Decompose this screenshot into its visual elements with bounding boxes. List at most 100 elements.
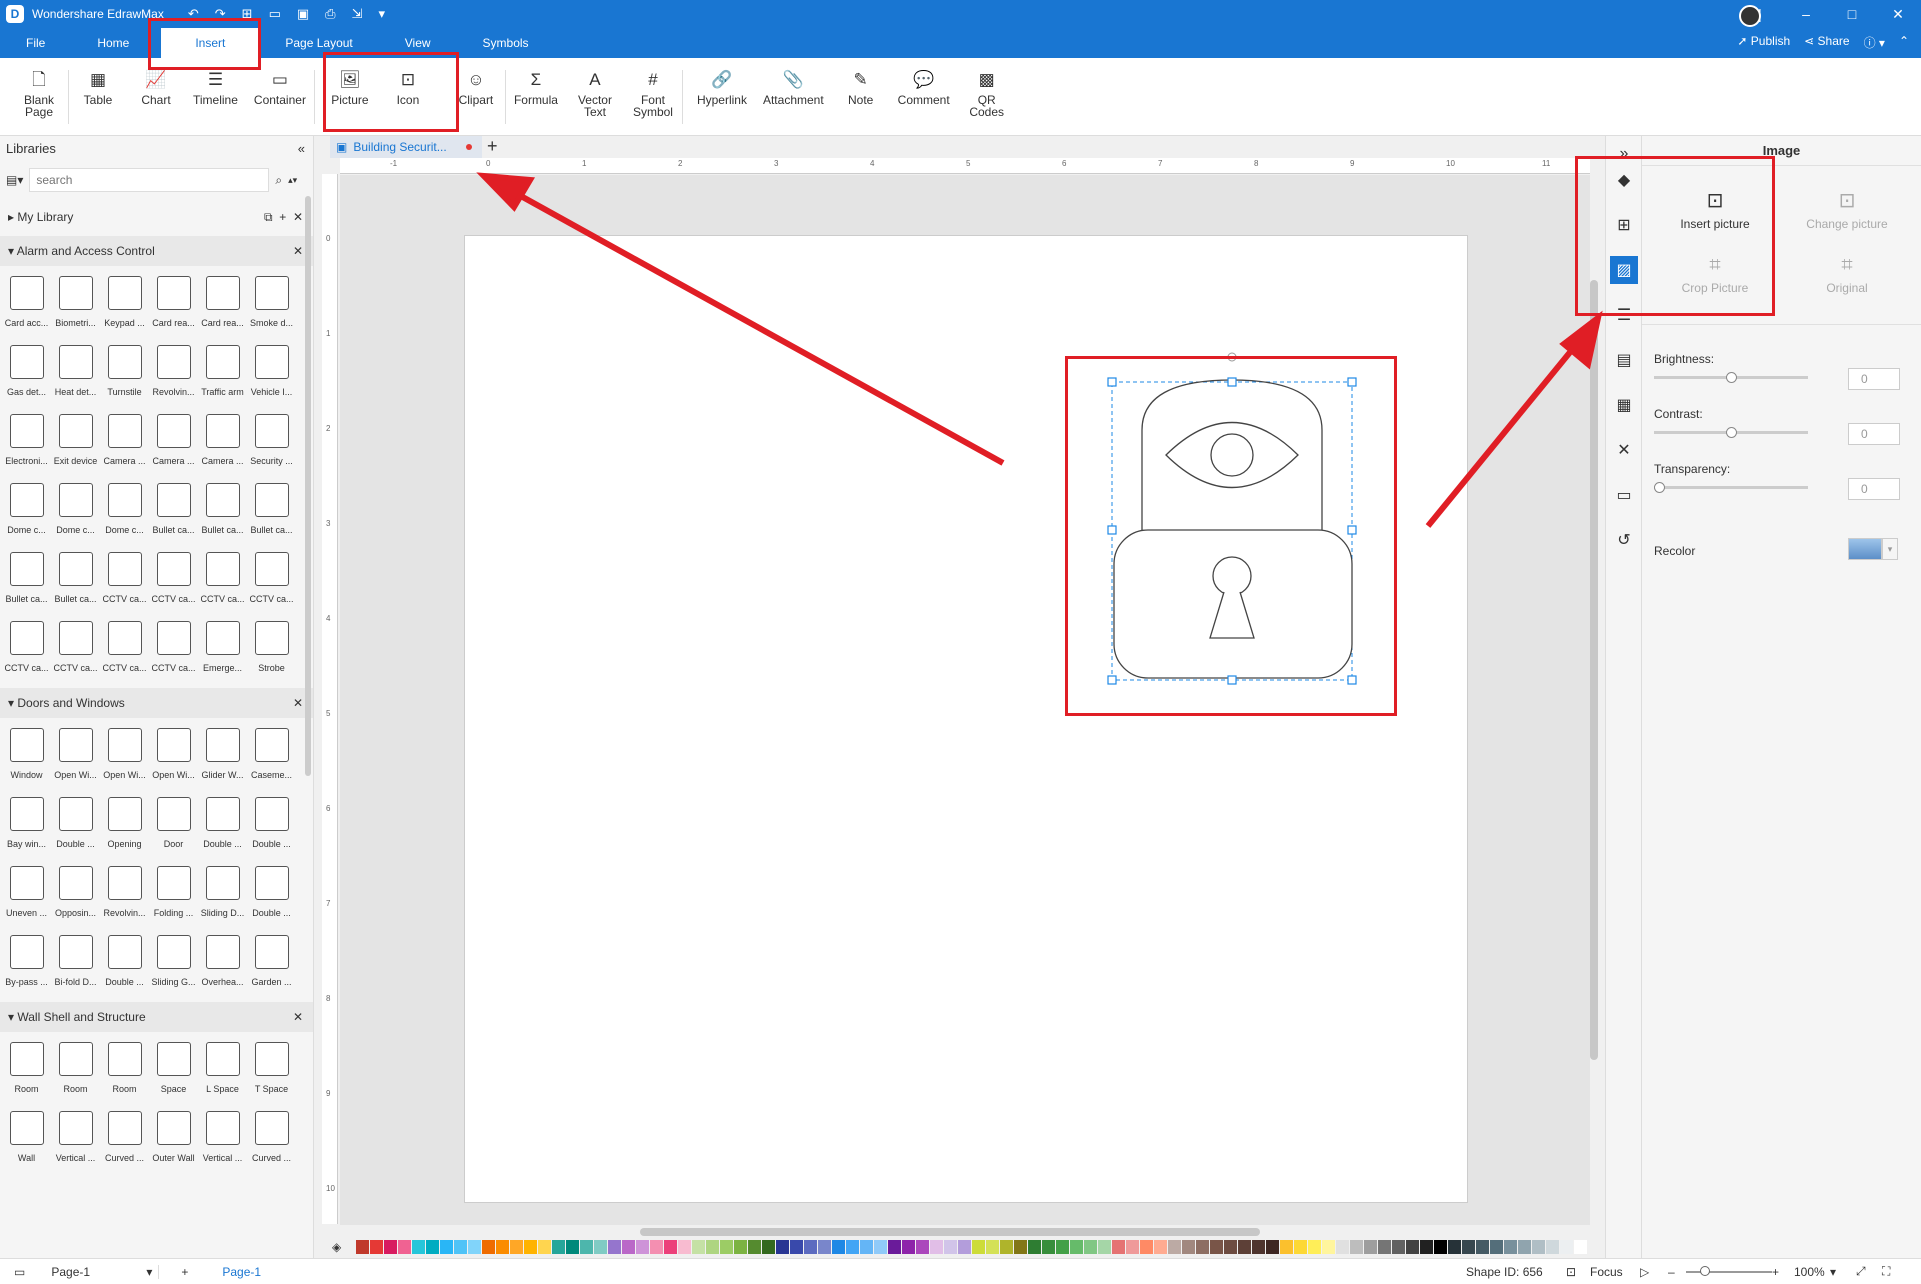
color-swatch[interactable] [1462,1240,1475,1254]
library-shape[interactable]: Smoke d... [247,270,296,339]
drawing-canvas[interactable] [340,175,1590,1225]
color-swatch[interactable] [1476,1240,1489,1254]
color-swatch[interactable] [1378,1240,1391,1254]
focus-icon[interactable]: ⊡ [1566,1265,1576,1279]
color-swatch[interactable] [1280,1240,1293,1254]
library-shape[interactable]: Biometri... [51,270,100,339]
library-shape[interactable]: Outer Wall [149,1105,198,1174]
color-swatch[interactable] [1574,1240,1587,1254]
library-shape[interactable]: CCTV ca... [100,546,149,615]
library-shape[interactable]: By-pass ... [2,929,51,998]
zoom-value[interactable]: 100% [1794,1265,1825,1279]
page-layout-icon[interactable]: ▭ [14,1265,25,1279]
library-shape[interactable]: L Space [198,1036,247,1105]
container-button[interactable]: ▭ Container [254,58,306,106]
library-shape[interactable]: Card rea... [149,270,198,339]
contrast-slider[interactable] [1726,427,1737,438]
color-swatch[interactable] [524,1240,537,1254]
library-shape[interactable]: Keypad ... [100,270,149,339]
add-tab-button[interactable]: + [487,136,498,157]
library-shape[interactable]: Double ... [100,929,149,998]
color-swatch[interactable] [412,1240,425,1254]
library-shape[interactable]: Heat det... [51,339,100,408]
library-shape[interactable]: Camera ... [100,408,149,477]
library-shape[interactable]: Garden ... [247,929,296,998]
save-icon[interactable]: ▣ [297,6,309,22]
library-shape[interactable]: Opposin... [51,860,100,929]
vector-text-button[interactable]: A Vector Text [574,58,616,118]
color-swatch[interactable] [1028,1240,1041,1254]
brightness-slider[interactable] [1726,372,1737,383]
color-swatch[interactable] [986,1240,999,1254]
publish-button[interactable]: ➚ Publish [1737,34,1790,51]
color-swatch[interactable] [1294,1240,1307,1254]
transparency-value[interactable]: 0 [1848,478,1900,500]
fullscreen-icon[interactable]: ⛶ [1882,1264,1890,1279]
color-swatch[interactable] [1490,1240,1503,1254]
help-icon[interactable]: ⓘ ▾ [1864,34,1885,51]
color-swatch[interactable] [636,1240,649,1254]
color-swatch[interactable] [1140,1240,1153,1254]
library-shape[interactable]: T Space [247,1036,296,1105]
export-icon[interactable]: ⇲ [352,6,363,22]
library-shape[interactable]: Vehicle I... [247,339,296,408]
fit-page-icon[interactable]: ⤢ [1856,1264,1866,1279]
color-swatch[interactable] [1560,1240,1573,1254]
library-shape[interactable]: Double ... [198,791,247,860]
color-swatch[interactable] [1504,1240,1517,1254]
library-shape[interactable]: Electroni... [2,408,51,477]
page-icon[interactable]: ▤ [1610,346,1638,374]
presentation-icon[interactable]: ▭ [1610,481,1638,509]
history-icon[interactable]: ↺ [1610,526,1638,554]
my-library-actions[interactable]: ⧉ + ✕ [264,210,303,225]
close-section-icon[interactable]: ✕ [293,696,303,710]
color-swatch[interactable] [370,1240,383,1254]
library-shape[interactable]: Emerge... [198,615,247,684]
library-menu-icon[interactable]: ▤▾ [6,173,23,187]
document-tab[interactable]: ▣ Building Securit... [330,136,482,158]
library-shape[interactable]: Double ... [51,791,100,860]
color-swatch[interactable] [468,1240,481,1254]
color-swatch[interactable] [650,1240,663,1254]
color-swatch[interactable] [1168,1240,1181,1254]
library-shape[interactable]: Turnstile [100,339,149,408]
hyperlink-button[interactable]: 🔗 Hyperlink [697,58,747,106]
color-swatch[interactable] [1406,1240,1419,1254]
library-shape[interactable]: Camera ... [198,408,247,477]
library-shape[interactable]: Bullet ca... [198,477,247,546]
color-swatch[interactable] [958,1240,971,1254]
color-swatch[interactable] [930,1240,943,1254]
change-picture-button[interactable]: ⊡ Change picture [1787,188,1907,231]
table-button[interactable]: ▦ Table [77,58,119,106]
color-swatch[interactable] [1154,1240,1167,1254]
color-swatch[interactable] [496,1240,509,1254]
add-page-button[interactable]: + [181,1265,188,1279]
library-shape[interactable]: CCTV ca... [51,615,100,684]
color-swatch[interactable] [762,1240,775,1254]
library-shape[interactable]: Bullet ca... [2,546,51,615]
transparency-track[interactable] [1654,486,1808,489]
canvas-horizontal-scrollbar[interactable] [640,1228,1260,1236]
play-icon[interactable]: ▷ [1640,1265,1649,1279]
color-swatch[interactable] [944,1240,957,1254]
library-shape[interactable]: Vertical ... [51,1105,100,1174]
library-shape[interactable]: Double ... [247,860,296,929]
transparency-slider[interactable] [1654,482,1665,493]
library-shape[interactable]: Gas det... [2,339,51,408]
color-swatch[interactable] [1014,1240,1027,1254]
zoom-dropdown-icon[interactable]: ▾ [1830,1265,1836,1279]
search-icon[interactable]: ⌕ [275,173,282,188]
note-button[interactable]: ✎ Note [840,58,882,106]
library-shape[interactable]: Opening [100,791,149,860]
scroll-arrows-icon[interactable]: ▴▾ [288,175,297,186]
color-swatch[interactable] [832,1240,845,1254]
library-shape[interactable]: CCTV ca... [149,546,198,615]
color-swatch[interactable] [790,1240,803,1254]
my-library-row[interactable]: ▸ My Library ⧉ + ✕ [0,202,313,232]
library-shape[interactable]: Bi-fold D... [51,929,100,998]
color-swatch[interactable] [692,1240,705,1254]
library-shape[interactable]: Security ... [247,408,296,477]
color-palette[interactable] [356,1240,1588,1254]
color-swatch[interactable] [902,1240,915,1254]
library-shape[interactable]: Folding ... [149,860,198,929]
